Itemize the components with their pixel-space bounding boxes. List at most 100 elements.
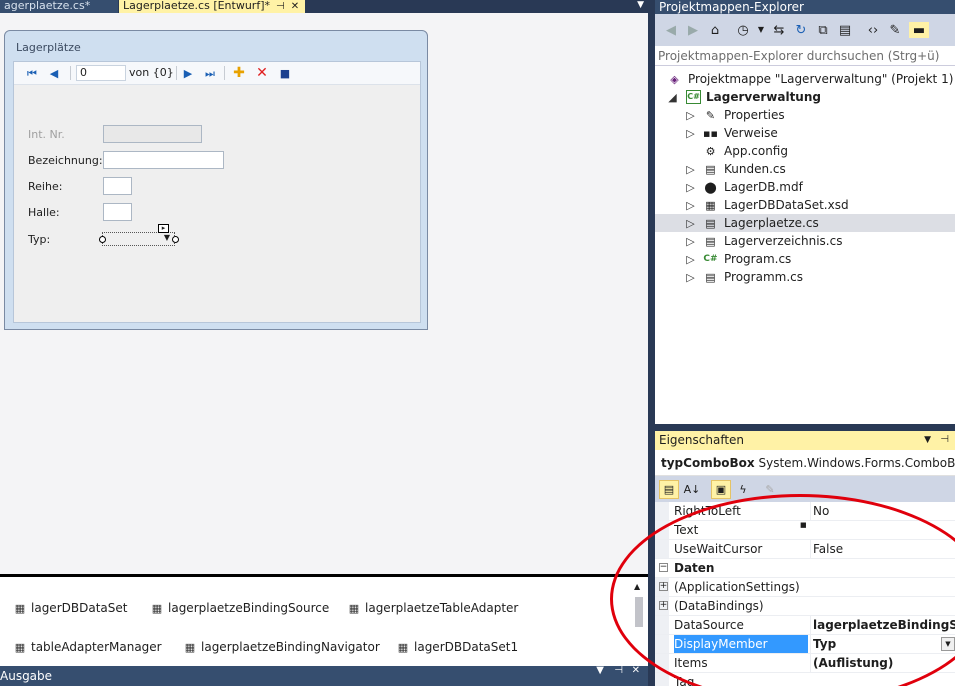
form-window[interactable]: Lagerplätze ⏮ ◀ 0 von {0} ▶ ⏭ ✚ ✕ ■ Int.… [4,30,428,330]
property-row[interactable]: + (DataBindings) [655,597,955,616]
tab-lagerplaetze-code[interactable]: agerplaetze.cs* [0,0,118,13]
move-last-icon[interactable]: ⏭ [202,65,218,81]
expanded-icon[interactable]: ◢ [665,90,680,104]
back-icon[interactable]: ◀ [663,22,679,38]
collapsed-icon[interactable]: ▷ [683,270,698,284]
collapsed-icon[interactable]: ▷ [683,198,698,212]
component-item[interactable]: ▦ lagerDBDataSet1 [396,640,518,654]
collapse-all-icon[interactable]: ⧉ [815,22,831,38]
collapse-icon[interactable]: − [659,563,668,572]
chevron-down-icon[interactable]: ▼ [924,436,931,445]
tree-node-project[interactable]: ◢ C# Lagerverwaltung [655,88,955,106]
tree-node-dataset[interactable]: ▷ ▦ LagerDBDataSet.xsd [655,196,955,214]
chevron-down-icon[interactable]: ▼ [596,666,604,676]
pin-icon[interactable]: ⊣ [614,666,623,676]
tree-node-properties[interactable]: ▷ ✎ Properties [655,106,955,124]
component-item[interactable]: ▦ tableAdapterManager [13,640,162,654]
save-icon[interactable]: ■ [277,65,293,81]
delete-icon[interactable]: ✕ [254,65,270,81]
forward-icon[interactable]: ▶ [685,22,701,38]
collapsed-icon[interactable]: ▷ [683,180,698,194]
tree-node-app-config[interactable]: ⚙ App.config [655,142,955,160]
chevron-down-icon[interactable]: ▼ [637,1,644,10]
typ-combobox[interactable]: ▼ [102,232,175,246]
bezeichnung-input[interactable] [103,151,224,169]
collapsed-icon[interactable]: ▷ [683,234,698,248]
tab-lagerplaetze-design[interactable]: Lagerplaetze.cs [Entwurf]* ⊣ ✕ [119,0,305,13]
collapsed-icon[interactable]: ▷ [683,126,698,140]
property-row[interactable]: RightToLeft No [655,502,955,521]
component-label: lagerplaetzeBindingSource [168,601,330,615]
tray-scrollbar[interactable]: ▲ [634,583,644,663]
view-designer-icon[interactable]: ▬ [909,22,929,38]
move-first-icon[interactable]: ⏮ [24,65,40,81]
property-row[interactable]: Items (Auflistung) [655,654,955,673]
component-item[interactable]: ▦ lagerplaetzeTableAdapter [347,601,519,615]
history-icon[interactable]: ◷ [735,22,751,38]
dataset-icon: ▦ [397,641,409,654]
collapsed-icon[interactable]: ▷ [683,162,698,176]
halle-input[interactable] [103,203,132,221]
resize-handle[interactable] [99,236,106,243]
collapsed-icon[interactable]: ▷ [683,216,698,230]
form-icon: ▤ [705,216,716,230]
sync-icon[interactable]: ⇆ [771,22,787,38]
scroll-up-icon[interactable]: ▲ [634,583,640,591]
chevron-down-icon[interactable]: ▼ [941,637,955,651]
tree-node-references[interactable]: ▷ ▪▪ Verweise [655,124,955,142]
property-row[interactable]: + (ApplicationSettings) [655,578,955,597]
tree-node-lagerverzeichnis[interactable]: ▷ ▤ Lagerverzeichnis.cs [655,232,955,250]
property-row[interactable]: UseWaitCursor False [655,540,955,559]
tree-node-lagerplaetze[interactable]: ▷ ▤ Lagerplaetze.cs [655,214,955,232]
collapsed-icon[interactable]: ▷ [683,108,698,122]
tree-node-solution[interactable]: ◈ Projektmappe "Lagerverwaltung" (Projekt… [655,70,955,88]
reihe-input[interactable] [103,177,132,195]
tree-node-programm[interactable]: ▷ ▤ Programm.cs [655,268,955,286]
tree-node-kunden[interactable]: ▷ ▤ Kunden.cs [655,160,955,178]
move-next-icon[interactable]: ▶ [180,65,196,81]
collapsed-icon[interactable]: ▷ [683,252,698,266]
property-pages-icon[interactable]: ✎ [760,480,780,499]
refresh-icon[interactable]: ↻ [793,22,809,38]
position-input[interactable]: 0 [76,65,126,81]
property-row[interactable]: DisplayMember Typ ▼ [655,635,955,654]
chevron-down-icon[interactable]: ▼ [753,22,769,38]
int-nr-input[interactable] [103,125,202,143]
component-item[interactable]: ▦ lagerplaetzeBindingSource [150,601,329,615]
binding-navigator[interactable]: ⏮ ◀ 0 von {0} ▶ ⏭ ✚ ✕ ■ [14,62,420,85]
view-code-icon[interactable]: ‹› [865,22,881,38]
expand-icon[interactable]: + [659,582,668,591]
alphabetical-icon[interactable]: A↓ [682,480,702,499]
component-label: tableAdapterManager [31,640,162,654]
pin-icon[interactable]: ⊣ [276,2,285,12]
properties-icon[interactable]: ▣ [711,480,731,499]
output-panel-header[interactable]: Ausgabe ▼ ⊣ ✕ [0,666,648,686]
close-icon[interactable]: ✕ [632,666,640,676]
property-category-daten[interactable]: − Daten [655,559,955,578]
object-selector[interactable]: typComboBox System.Windows.Forms.ComboBo… [655,450,955,476]
resize-handle[interactable] [172,236,179,243]
property-row[interactable]: Tag [655,673,955,686]
solution-explorer-search[interactable]: Projektmappen-Explorer durchsuchen (Strg… [655,46,955,66]
categorized-icon[interactable]: ▤ [659,480,679,499]
smart-tag-icon[interactable]: ▸ [158,224,169,233]
move-previous-icon[interactable]: ◀ [46,65,62,81]
property-row[interactable]: DataSourcelagerplaetzeBindingSource [655,616,955,635]
component-item[interactable]: ▦ lagerDBDataSet [13,601,128,615]
home-icon[interactable]: ⌂ [707,22,723,38]
show-all-files-icon[interactable]: ▤ [837,22,853,38]
expand-icon[interactable]: + [659,601,668,610]
tree-node-lagerdb[interactable]: ▷ ⬤ LagerDB.mdf [655,178,955,196]
component-item[interactable]: ▦ lagerplaetzeBindingNavigator [183,640,380,654]
scroll-thumb[interactable] [635,597,643,627]
pin-icon[interactable]: ⊣ [940,435,949,445]
wrench-icon[interactable]: ✎ [887,22,903,38]
solution-explorer-title: Projektmappen-Explorer [659,0,804,14]
add-icon[interactable]: ✚ [231,65,247,81]
tree-node-program[interactable]: ▷ C# Program.cs [655,250,955,268]
document-tab-strip: agerplaetze.cs* Lagerplaetze.cs [Entwurf… [0,0,648,13]
events-icon[interactable]: ϟ [733,480,753,499]
property-row[interactable]: Text ■ [655,521,955,540]
config-icon: ⚙ [705,144,716,158]
close-icon[interactable]: ✕ [291,2,299,12]
